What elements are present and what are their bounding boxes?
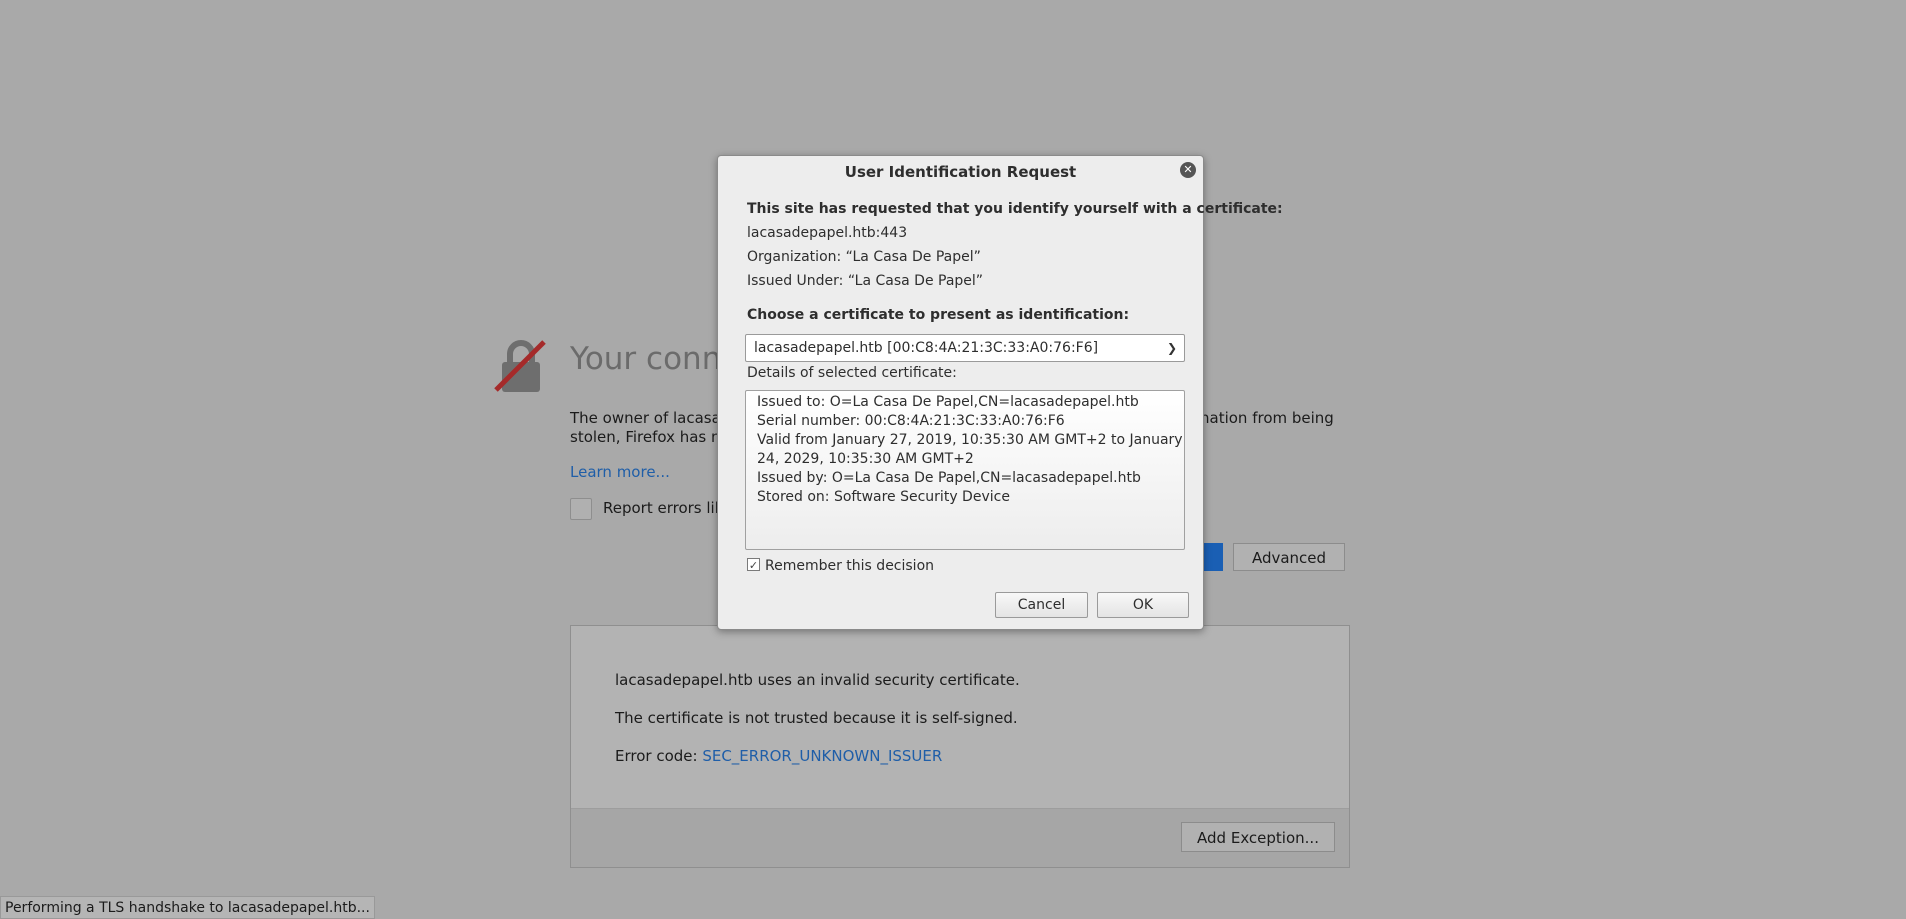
detail-line: Valid from January 27, 2019, 10:35:30 AM…: [757, 432, 1183, 448]
add-exception-button[interactable]: Add Exception...: [1181, 822, 1335, 852]
error-code-prefix: Error code:: [615, 747, 703, 765]
advanced-panel: lacasadepapel.htb uses an invalid securi…: [570, 625, 1350, 868]
error-code-line: Error code: SEC_ERROR_UNKNOWN_ISSUER: [615, 747, 942, 765]
report-errors-checkbox[interactable]: [570, 498, 592, 520]
self-signed-text: The certificate is not trusted because i…: [615, 709, 1018, 727]
remember-checkbox[interactable]: ✓: [747, 558, 760, 572]
dialog-title: User Identification Request: [844, 163, 1077, 181]
certificate-select[interactable]: lacasadepapel.htb [00:C8:4A:21:3C:33:A0:…: [745, 334, 1185, 362]
page-headline: Your conne: [570, 341, 741, 377]
description-right: nation from being: [1200, 409, 1334, 427]
certificate-select-value: lacasadepapel.htb [00:C8:4A:21:3C:33:A0:…: [754, 340, 1099, 356]
report-errors-label: Report errors like: [603, 499, 733, 517]
ok-button[interactable]: OK: [1097, 592, 1189, 618]
detail-line: Issued to: O=La Casa De Papel,CN=lacasad…: [757, 394, 1139, 410]
learn-more-link[interactable]: Learn more...: [570, 463, 670, 481]
cancel-button[interactable]: Cancel: [995, 592, 1088, 618]
intro-text: This site has requested that you identif…: [747, 201, 1283, 217]
chevron-down-icon: ❯: [1166, 341, 1177, 355]
broken-lock-icon: [494, 340, 546, 392]
remember-label: Remember this decision: [765, 558, 935, 574]
status-bar: Performing a TLS handshake to lacasadepa…: [0, 896, 375, 919]
panel-footer: Add Exception...: [571, 808, 1349, 867]
detail-line: Serial number: 00:C8:4A:21:3C:33:A0:76:F…: [757, 413, 1065, 429]
issued-under-text: Issued Under: “La Casa De Papel”: [747, 273, 984, 289]
host-text: lacasadepapel.htb:443: [747, 225, 908, 241]
detail-line: Stored on: Software Security Device: [757, 489, 1010, 505]
error-code-link[interactable]: SEC_ERROR_UNKNOWN_ISSUER: [702, 747, 942, 765]
detail-line: Issued by: O=La Casa De Papel,CN=lacasad…: [757, 470, 1141, 486]
user-identification-dialog: User Identification Request ✕ This site …: [717, 155, 1283, 630]
organization-text: Organization: “La Casa De Papel”: [747, 249, 981, 265]
advanced-button[interactable]: Advanced: [1233, 543, 1345, 571]
close-icon[interactable]: ✕: [1180, 162, 1196, 178]
invalid-cert-text: lacasadepapel.htb uses an invalid securi…: [615, 671, 1020, 689]
choose-cert-label: Choose a certificate to present as ident…: [747, 307, 1130, 323]
details-label: Details of selected certificate:: [747, 365, 957, 381]
detail-line: 24, 2029, 10:35:30 AM GMT+2: [757, 451, 974, 467]
certificate-details-box[interactable]: Issued to: O=La Casa De Papel,CN=lacasad…: [745, 390, 1185, 550]
